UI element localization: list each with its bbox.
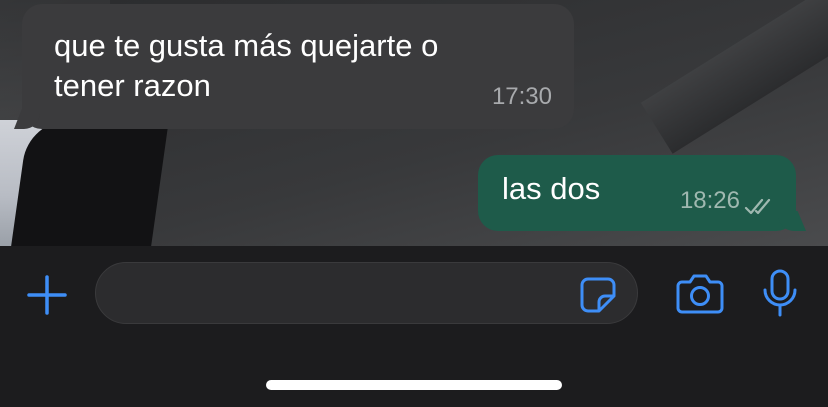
wallpaper-detail — [11, 120, 169, 246]
read-receipt-icon — [744, 198, 771, 215]
microphone-icon[interactable] — [760, 268, 800, 318]
plus-icon[interactable] — [26, 274, 68, 316]
message-text-line: tener razon — [54, 68, 211, 103]
message-input[interactable] — [118, 263, 572, 325]
incoming-message-bubble[interactable]: que te gusta más quejarte o tener razon … — [22, 4, 574, 129]
chat-area[interactable]: que te gusta más quejarte o tener razon … — [0, 0, 828, 246]
message-timestamp: 18:26 — [679, 187, 740, 214]
message-text-line: que te gusta más quejarte o — [54, 28, 439, 63]
message-input-container[interactable] — [95, 262, 638, 325]
camera-icon[interactable] — [676, 270, 724, 316]
sticker-icon[interactable] — [579, 276, 617, 314]
home-indicator[interactable] — [266, 380, 562, 390]
outgoing-message-bubble[interactable]: las dos 18:26 — [478, 155, 796, 231]
message-timestamp: 17:30 — [491, 83, 552, 110]
